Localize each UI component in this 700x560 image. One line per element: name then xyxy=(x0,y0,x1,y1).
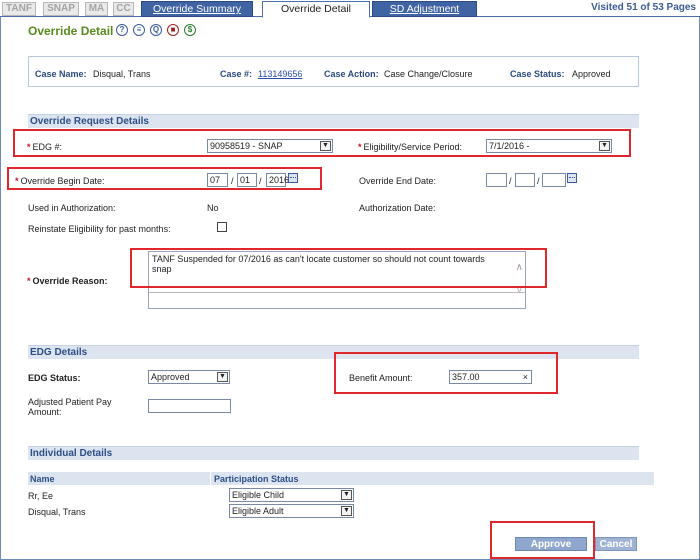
elig-period-select-value: 7/1/2016 - xyxy=(489,141,530,151)
visited-counter: Visited 51 of 53 Pages xyxy=(591,2,696,13)
used-auth-value: No xyxy=(207,203,219,213)
edg-label-text: EDG #: xyxy=(32,142,63,152)
elig-period-label-text: Eligibility/Service Period: xyxy=(363,142,463,152)
tab-sd-adjustment-label: SD Adjustment xyxy=(389,3,460,15)
cancel-button[interactable]: Cancel xyxy=(595,537,637,551)
begin-year-input[interactable]: 2016 xyxy=(266,173,289,187)
participation-status-value: Eligible Adult xyxy=(232,506,284,516)
end-date-label: Override End Date: xyxy=(359,176,437,186)
benefit-amount-label: Benefit Amount: xyxy=(349,373,413,383)
adjusted-pay-label-line1: Adjusted Patient Pay xyxy=(28,397,112,407)
chevron-down-icon: ▼ xyxy=(320,141,331,151)
begin-day-input[interactable]: 01 xyxy=(237,173,257,187)
col-status-header: Participation Status xyxy=(214,474,299,484)
calendar-icon[interactable] xyxy=(288,173,298,183)
end-day-input[interactable] xyxy=(515,173,535,187)
benefit-amount-input[interactable]: 357.00 × xyxy=(449,370,532,384)
case-number-link[interactable]: 113149656 xyxy=(258,69,302,79)
elig-period-label: * Eligibility/Service Period: xyxy=(358,142,463,152)
dollar-icon[interactable]: $ xyxy=(184,24,196,36)
date-separator: / xyxy=(509,176,512,186)
tab-program-snap[interactable]: SNAP xyxy=(43,2,79,16)
participation-status-select[interactable]: Eligible Child ▼ xyxy=(229,488,354,502)
scroll-down-icon[interactable]: ∨ xyxy=(516,286,523,296)
edg-select-value: 90958519 - SNAP xyxy=(210,141,283,151)
begin-date-label-text: Override Begin Date: xyxy=(20,176,105,186)
approve-button[interactable]: Approve xyxy=(515,537,587,551)
section-override-request: Override Request Details xyxy=(28,114,639,128)
reinstate-label: Reinstate Eligibility for past months: xyxy=(28,224,171,234)
tab-program-tanf[interactable]: TANF xyxy=(2,2,36,16)
tab-override-summary-label: Override Summary xyxy=(152,3,242,15)
auth-date-label: Authorization Date: xyxy=(359,203,436,213)
help-icon[interactable]: ? xyxy=(116,24,128,36)
reason-label: * Override Reason: xyxy=(27,276,108,286)
page-title: Override Detail xyxy=(28,24,114,38)
reason-textarea[interactable]: TANF Suspended for 07/2016 as can't loca… xyxy=(148,251,526,309)
tab-bar: TANF SNAP MA CC Override Summary Overrid… xyxy=(0,0,700,18)
table-row-name: Rr, Ee xyxy=(28,491,54,501)
case-status-value: Approved xyxy=(572,69,611,79)
calendar-icon[interactable] xyxy=(567,173,577,183)
case-action-label: Case Action: xyxy=(324,69,379,79)
query-icon[interactable]: Q xyxy=(150,24,162,36)
tab-program-cc[interactable]: CC xyxy=(113,2,134,16)
individual-table-header: Name Participation Status xyxy=(28,472,654,485)
case-summary-box: Case Name: Disqual, Trans Case #: 113149… xyxy=(28,56,639,87)
column-divider xyxy=(210,472,211,485)
reinstate-checkbox[interactable] xyxy=(217,222,227,232)
chevron-down-icon: ▼ xyxy=(217,372,228,382)
case-name-label: Case Name: xyxy=(35,69,87,79)
end-year-input[interactable] xyxy=(542,173,566,187)
chevron-down-icon: ▼ xyxy=(599,141,610,151)
reason-label-text: Override Reason: xyxy=(32,276,108,286)
section-individual-details: Individual Details xyxy=(28,446,639,460)
begin-date-label: * Override Begin Date: xyxy=(15,176,105,186)
date-separator: / xyxy=(259,176,262,186)
elig-period-select[interactable]: 7/1/2016 - ▼ xyxy=(486,139,612,153)
scroll-up-icon[interactable]: ∧ xyxy=(516,263,523,273)
begin-month-input[interactable]: 07 xyxy=(207,173,228,187)
textarea-divider xyxy=(149,292,525,293)
tab-override-detail[interactable]: Override Detail xyxy=(262,1,370,18)
end-month-input[interactable] xyxy=(486,173,507,187)
chevron-down-icon: ▼ xyxy=(341,506,352,516)
table-row-name: Disqual, Trans xyxy=(28,507,86,517)
stop-icon[interactable]: ■ xyxy=(167,24,179,36)
date-separator: / xyxy=(231,176,234,186)
case-number-label: Case #: xyxy=(220,69,253,79)
adjusted-pay-label: Adjusted Patient Pay Amount: xyxy=(28,397,112,417)
clear-icon[interactable]: × xyxy=(523,371,528,383)
adjusted-pay-label-line2: Amount: xyxy=(28,407,62,417)
tab-override-summary[interactable]: Override Summary xyxy=(141,1,253,17)
section-edg-details: EDG Details xyxy=(28,345,639,359)
case-name-value: Disqual, Trans xyxy=(93,69,151,79)
chevron-down-icon: ▼ xyxy=(341,490,352,500)
benefit-amount-value: 357.00 xyxy=(452,372,480,382)
reason-text: TANF Suspended for 07/2016 as can't loca… xyxy=(152,254,485,274)
edg-status-label: EDG Status: xyxy=(28,373,81,383)
edg-status-select[interactable]: Approved ▼ xyxy=(148,370,230,384)
case-status-label: Case Status: xyxy=(510,69,565,79)
tab-program-ma[interactable]: MA xyxy=(85,2,108,16)
notes-icon[interactable]: ≡ xyxy=(133,24,145,36)
case-action-value: Case Change/Closure xyxy=(384,69,473,79)
col-name-header: Name xyxy=(30,474,55,484)
tab-sd-adjustment[interactable]: SD Adjustment xyxy=(372,1,477,17)
tab-override-detail-label: Override Detail xyxy=(280,3,352,15)
edg-status-value: Approved xyxy=(151,372,190,382)
participation-status-select[interactable]: Eligible Adult ▼ xyxy=(229,504,354,518)
used-auth-label: Used in Authorization: xyxy=(28,203,116,213)
edg-label: * EDG #: xyxy=(27,142,63,152)
edg-select[interactable]: 90958519 - SNAP ▼ xyxy=(207,139,333,153)
date-separator: / xyxy=(537,176,540,186)
adjusted-pay-input[interactable] xyxy=(148,399,231,413)
participation-status-value: Eligible Child xyxy=(232,490,285,500)
